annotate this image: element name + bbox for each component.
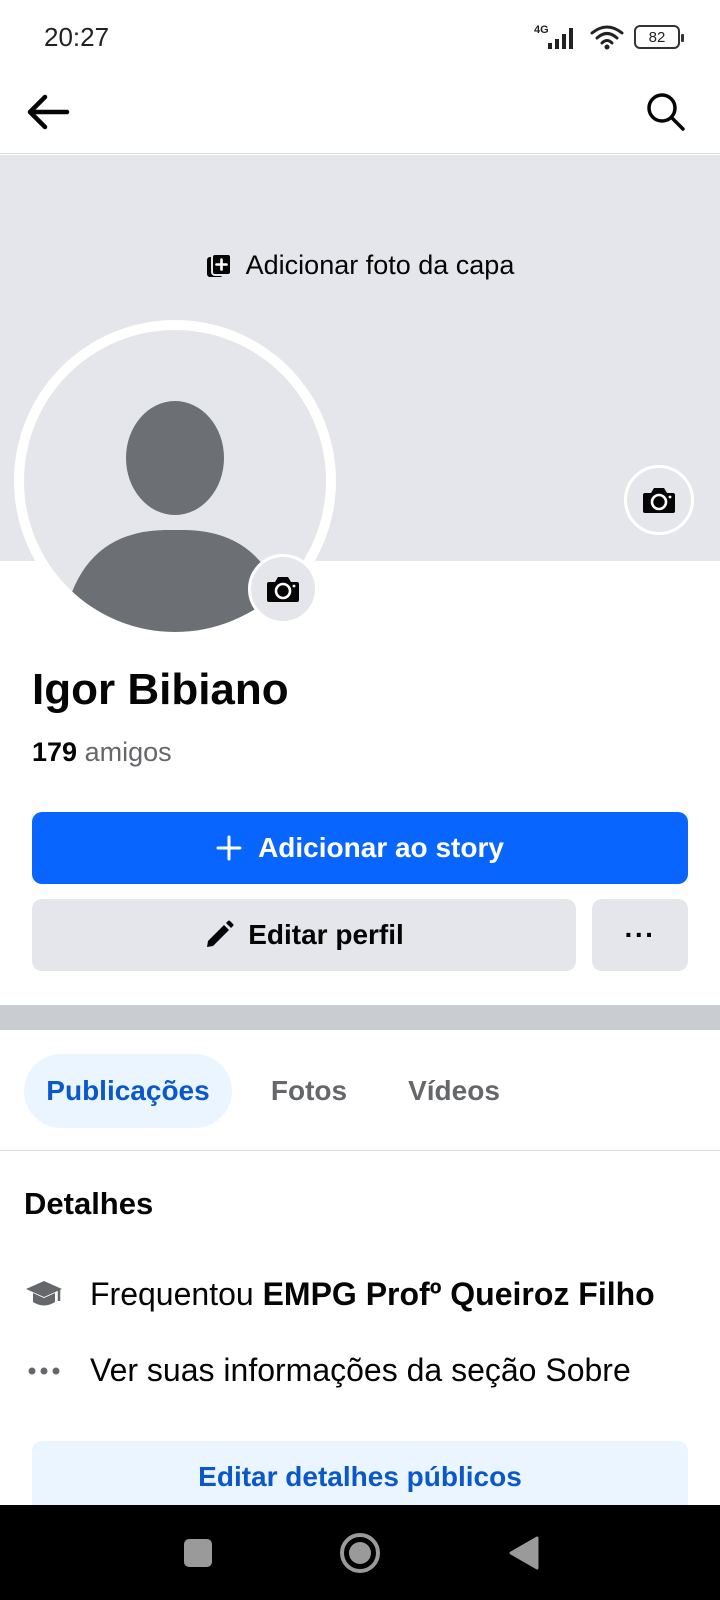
network-type: 4G [534, 24, 549, 36]
tab-fotos[interactable]: Fotos [256, 1054, 362, 1128]
about-section-label: Ver suas informações da seção Sobre [90, 1352, 631, 1388]
education-school[interactable]: EMPG Profº Queiroz Filho [263, 1276, 655, 1312]
battery-icon: 82 [634, 25, 684, 49]
status-icons: 4G 82 [534, 22, 684, 52]
cellular-signal-icon: 4G [534, 24, 573, 49]
avatar-camera-button[interactable] [248, 554, 318, 624]
section-divider [0, 1005, 720, 1030]
profile-tabs: Publicações Fotos Vídeos [0, 1054, 720, 1128]
triangle-back-icon [509, 1536, 539, 1570]
square-icon [184, 1539, 212, 1567]
search-button[interactable] [640, 86, 692, 138]
camera-icon [643, 488, 675, 513]
education-text: Frequentou EMPG Profº Queiroz Filho [90, 1276, 655, 1313]
add-to-story-label: Adicionar ao story [258, 832, 504, 863]
graduation-cap-icon [24, 1277, 64, 1313]
edit-public-details-button[interactable]: Editar detalhes públicos [32, 1441, 688, 1513]
wifi-icon [590, 25, 624, 50]
details-heading: Detalhes [24, 1186, 154, 1221]
more-options-button[interactable]: ··· [592, 899, 688, 971]
friends-number: 179 [32, 737, 78, 767]
system-back-button[interactable] [500, 1529, 548, 1577]
arrow-left-icon [27, 94, 70, 130]
add-cover-photo-button[interactable]: Adicionar foto da capa [0, 250, 720, 281]
home-button[interactable] [336, 1529, 384, 1577]
about-section-link[interactable]: Ver suas informações da seção Sobre [24, 1352, 704, 1389]
camera-icon [267, 577, 299, 602]
back-button[interactable] [22, 86, 74, 138]
status-time: 20:27 [44, 22, 110, 52]
edit-profile-button[interactable]: Editar perfil [32, 899, 576, 971]
search-icon [647, 93, 685, 131]
plus-icon [216, 835, 242, 861]
add-cover-label: Adicionar foto da capa [245, 250, 515, 280]
friends-count[interactable]: 179 amigos [32, 737, 172, 768]
tabs-divider [0, 1150, 720, 1151]
more-horizontal-icon [24, 1366, 64, 1376]
battery-level: 82 [648, 28, 666, 46]
friends-label: amigos [84, 737, 172, 767]
edit-profile-label: Editar perfil [248, 919, 404, 950]
add-photo-icon [206, 252, 232, 277]
education-detail: Frequentou EMPG Profº Queiroz Filho [24, 1276, 704, 1313]
system-navigation-bar [0, 1505, 720, 1600]
pencil-icon [207, 920, 234, 947]
cover-camera-button[interactable] [624, 465, 694, 535]
profile-picture[interactable] [14, 320, 336, 642]
recent-apps-button[interactable] [174, 1529, 222, 1577]
education-prefix: Frequentou [90, 1276, 254, 1312]
circle-home-icon [340, 1533, 380, 1573]
more-options-icon: ··· [624, 919, 656, 950]
profile-name: Igor Bibiano [32, 665, 289, 714]
status-bar: 20:27 4G 82 [0, 0, 720, 76]
tab-videos[interactable]: Vídeos [394, 1054, 514, 1128]
add-to-story-button[interactable]: Adicionar ao story [32, 812, 688, 884]
tab-publicacoes[interactable]: Publicações [24, 1054, 232, 1128]
app-bar [0, 76, 720, 154]
